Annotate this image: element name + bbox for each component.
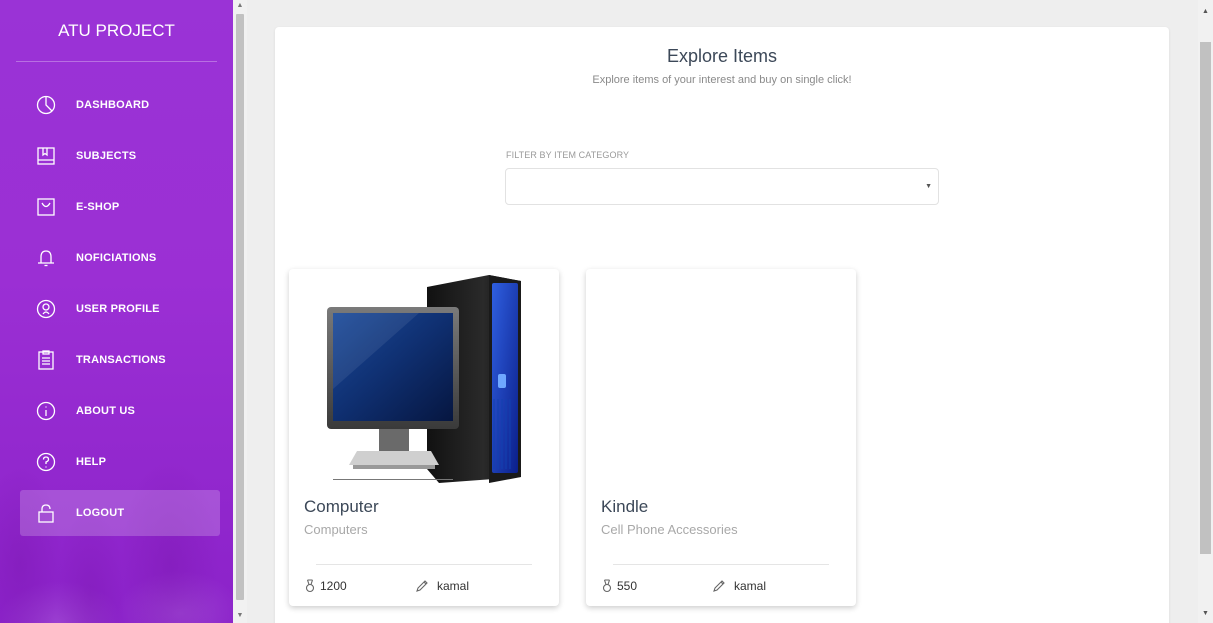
sidebar-item-label: HELP bbox=[76, 456, 107, 468]
sidebar-item-label: DASHBOARD bbox=[76, 99, 150, 111]
caret-down-icon: ▼ bbox=[925, 183, 932, 190]
pencil-icon bbox=[712, 579, 726, 593]
sidebar-item-label: SUBJECTS bbox=[76, 150, 137, 162]
bell-icon bbox=[35, 247, 57, 269]
card-price: 1200 bbox=[304, 579, 347, 593]
main-content: Explore Items Explore items of your inte… bbox=[247, 0, 1198, 623]
sidebar-item-label: LOGOUT bbox=[76, 507, 125, 519]
sidebar: ATU PROJECT DASHBOARD SUBJECTS E-SHOP NO… bbox=[0, 0, 233, 623]
explore-panel: Explore Items Explore items of your inte… bbox=[275, 27, 1169, 623]
card-title: Computer bbox=[304, 497, 379, 516]
scroll-down-arrow-icon[interactable]: ▼ bbox=[1200, 610, 1211, 617]
medal-icon bbox=[601, 579, 613, 593]
question-icon bbox=[35, 451, 57, 473]
card-title: Kindle bbox=[601, 497, 649, 516]
sidebar-item-label: ABOUT US bbox=[76, 405, 136, 417]
sidebar-scrollbar-thumb[interactable] bbox=[236, 14, 244, 600]
sidebar-item-about-us[interactable]: ABOUT US bbox=[20, 388, 220, 434]
computer-image bbox=[289, 269, 559, 484]
sidebar-nav: DASHBOARD SUBJECTS E-SHOP NOFICIATIONS U… bbox=[0, 62, 233, 536]
shopping-bag-icon bbox=[35, 196, 57, 218]
sidebar-item-label: USER PROFILE bbox=[76, 303, 160, 315]
sidebar-item-logout[interactable]: LOGOUT bbox=[20, 490, 220, 536]
pie-chart-icon bbox=[35, 94, 57, 116]
page-title: Explore Items bbox=[666, 46, 778, 66]
card-divider bbox=[613, 564, 829, 565]
sidebar-item-label: NOFICIATIONS bbox=[76, 252, 157, 264]
item-card[interactable]: Kindle Cell Phone Accessories 550 kamal bbox=[586, 269, 856, 606]
page-subtitle: Explore items of your interest and buy o… bbox=[592, 74, 852, 86]
sidebar-item-label: TRANSACTIONS bbox=[76, 354, 166, 366]
sidebar-item-label: E-SHOP bbox=[76, 201, 120, 213]
filter-label: FILTER BY ITEM CATEGORY bbox=[506, 150, 630, 160]
sidebar-item-dashboard[interactable]: DASHBOARD bbox=[20, 82, 220, 128]
page-scrollbar-thumb[interactable] bbox=[1200, 42, 1211, 554]
card-category: Cell Phone Accessories bbox=[601, 522, 738, 537]
user-circle-icon bbox=[35, 298, 57, 320]
sidebar-item-transactions[interactable]: TRANSACTIONS bbox=[20, 337, 220, 383]
card-seller: kamal bbox=[415, 579, 469, 593]
card-category: Computers bbox=[304, 522, 368, 537]
sidebar-item-user-profile[interactable]: USER PROFILE bbox=[20, 286, 220, 332]
lock-icon bbox=[35, 502, 57, 524]
pencil-icon bbox=[415, 579, 429, 593]
clipboard-icon bbox=[35, 349, 57, 371]
price-value: 1200 bbox=[320, 579, 347, 593]
scroll-down-arrow-icon[interactable]: ▼ bbox=[236, 612, 244, 619]
sidebar-item-notifications[interactable]: NOFICIATIONS bbox=[20, 235, 220, 281]
medal-icon bbox=[304, 579, 316, 593]
scroll-up-arrow-icon[interactable]: ▲ bbox=[236, 2, 244, 9]
card-seller: kamal bbox=[712, 579, 766, 593]
card-price: 550 bbox=[601, 579, 637, 593]
sidebar-item-subjects[interactable]: SUBJECTS bbox=[20, 133, 220, 179]
seller-name: kamal bbox=[734, 579, 767, 593]
scroll-up-arrow-icon[interactable]: ▲ bbox=[1200, 8, 1211, 15]
item-image-placeholder bbox=[586, 269, 856, 484]
brand-title: ATU PROJECT bbox=[0, 0, 233, 62]
sidebar-item-help[interactable]: HELP bbox=[20, 439, 220, 485]
sidebar-item-eshop[interactable]: E-SHOP bbox=[20, 184, 220, 230]
price-value: 550 bbox=[617, 579, 638, 593]
item-card[interactable]: Computer Computers 1200 kamal bbox=[289, 269, 559, 606]
category-filter-select[interactable]: ▼ bbox=[505, 168, 939, 205]
card-divider bbox=[316, 564, 532, 565]
info-icon bbox=[35, 400, 57, 422]
book-icon bbox=[35, 145, 57, 167]
seller-name: kamal bbox=[437, 579, 470, 593]
